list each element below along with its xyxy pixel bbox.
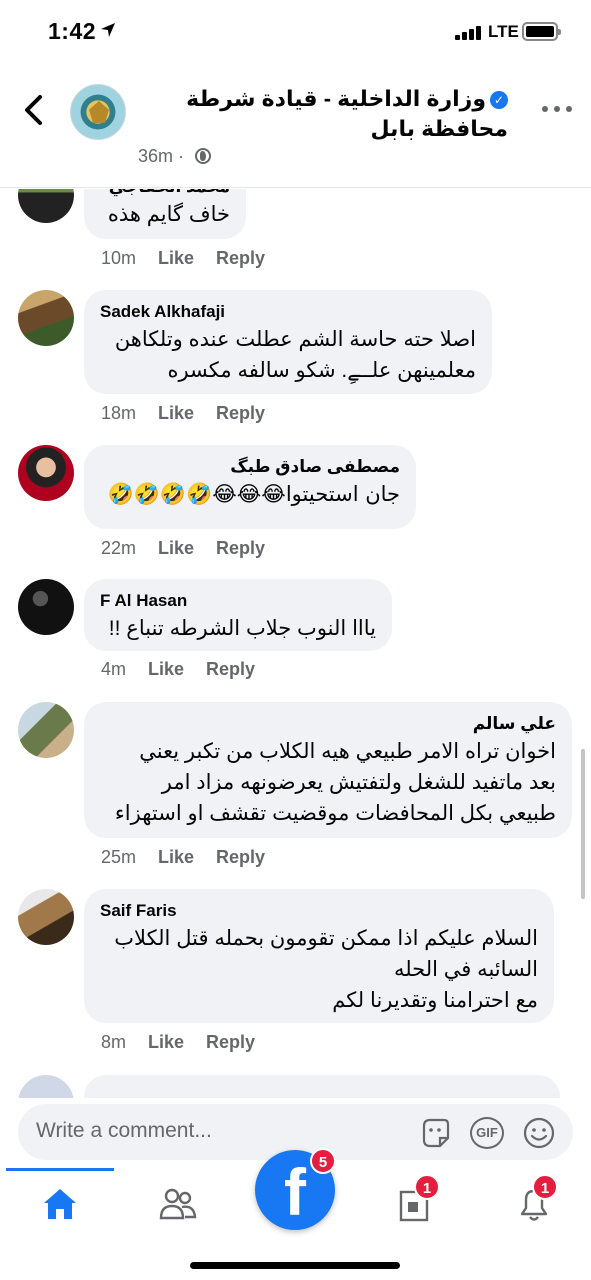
comment-author[interactable]: F Al Hasan — [100, 589, 376, 613]
location-arrow-icon — [101, 23, 115, 37]
reply-button[interactable]: Reply — [216, 403, 265, 423]
comment-time: 10m — [101, 248, 137, 268]
comment-actions: 22m Like Reply — [101, 538, 265, 559]
facebook-badge: 5 — [310, 1148, 336, 1174]
comment-text: مع احترامنا وتقديرنا لكم — [332, 989, 538, 1012]
comment-bubble[interactable]: Sadek Alkhafaji اصلا حته حاسة الشم عطلت … — [84, 290, 492, 394]
page-title[interactable]: ✓وزارة الداخلية - قيادة شرطة محافظة بابل — [138, 84, 508, 144]
gif-icon[interactable]: GIF — [470, 1117, 504, 1149]
comment-text: بعد ماتفيد للشغل ولتفتيش يعرضونهه مزاد ا… — [161, 771, 556, 794]
page-avatar[interactable] — [70, 84, 126, 140]
battery-icon — [522, 22, 561, 41]
comment-text: السلام عليكم اذا ممكن تقومون بحمله قتل ا… — [114, 927, 538, 950]
comment-text: طبيعي بكل المحافضات موقضيت تقشف او استهز… — [114, 802, 556, 825]
comment-author[interactable]: علي سالم — [100, 712, 556, 736]
comment-time: 4m — [101, 659, 127, 679]
commenter-avatar[interactable] — [18, 445, 74, 501]
like-button[interactable]: Like — [158, 403, 194, 423]
comment-text: اصلا حته حاسة الشم عطلت عنده وتلكاهن — [114, 328, 476, 351]
comment-text: يااا النوب جلاب الشرطه تنباع !! — [108, 617, 376, 640]
post-header: ✓وزارة الداخلية - قيادة شرطة محافظة بابل… — [0, 64, 591, 188]
comment-bubble[interactable]: محمد الخفاجي خاف گايم هذه — [84, 189, 246, 239]
comment-time: 18m — [101, 403, 137, 423]
post-time: 36m — [138, 146, 174, 166]
post-meta: 36m · — [138, 146, 212, 167]
comment-time: 25m — [101, 847, 137, 867]
comment-text: اخوان تراه الامر طبيعي هيه الكلاب من تكب… — [139, 740, 556, 763]
network-label: LTE — [488, 22, 519, 41]
sticker-icon[interactable] — [418, 1116, 452, 1150]
commenter-avatar[interactable] — [18, 290, 74, 346]
comment-actions: 18m Like Reply — [101, 403, 265, 424]
commenter-avatar[interactable] — [18, 889, 74, 945]
comment-text: جان استحيتوا😂😂😂🤣🤣🤣🤣 — [107, 482, 400, 506]
commenter-avatar[interactable] — [18, 189, 74, 223]
comment-author[interactable]: Sadek Alkhafaji — [100, 300, 476, 324]
facebook-bubble-icon[interactable]: f 5 — [255, 1148, 336, 1230]
comment-text: السائبه في الحله — [393, 958, 538, 981]
comment-text: معلمينهن علــےِ. شكو سالفه مكسره — [167, 359, 476, 382]
reply-button[interactable]: Reply — [216, 538, 265, 558]
like-button[interactable]: Like — [148, 659, 184, 679]
comment-input-placeholder[interactable]: Write a comment... — [36, 1119, 212, 1143]
comment-bubble[interactable]: مصطفى صادق طبگ جان استحيتوا😂😂😂🤣🤣🤣🤣 — [84, 445, 416, 529]
scrollbar[interactable] — [581, 749, 585, 899]
home-icon[interactable] — [40, 1184, 80, 1224]
notifications-badge: 1 — [532, 1174, 558, 1200]
back-arrow-icon[interactable] — [20, 94, 48, 126]
reply-button[interactable]: Reply — [216, 248, 265, 268]
pages-badge: 1 — [414, 1174, 440, 1200]
comments-list: محمد الخفاجي خاف گايم هذه 10m Like Reply S… — [0, 189, 591, 1099]
reply-button[interactable]: Reply — [206, 1032, 255, 1052]
globe-icon — [195, 148, 212, 164]
signal-icon — [455, 26, 483, 40]
comment-actions: 25m Like Reply — [101, 847, 265, 868]
comment-bubble[interactable]: Saif Faris السلام عليكم اذا ممكن تقومون … — [84, 889, 554, 1023]
like-button[interactable]: Like — [148, 1032, 184, 1052]
commenter-avatar[interactable] — [18, 702, 74, 758]
comment-author[interactable]: مصطفى صادق طبگ — [100, 455, 400, 479]
bottom-tab-bar: f 5 1 1 — [0, 1148, 591, 1280]
like-button[interactable]: Like — [158, 248, 194, 268]
comment-time: 8m — [101, 1032, 127, 1052]
page-title-text[interactable]: وزارة الداخلية - قيادة شرطة محافظة بابل — [186, 86, 508, 141]
emoji-icon[interactable] — [522, 1116, 556, 1150]
status-time: 1:42 — [48, 18, 97, 44]
verified-badge-icon: ✓ — [490, 91, 508, 110]
home-indicator — [190, 1262, 400, 1269]
status-bar: 1:42 LTE — [0, 0, 591, 64]
notifications-tab[interactable]: 1 — [514, 1174, 558, 1224]
comment-time: 22m — [101, 538, 137, 558]
comment-actions: 10m Like Reply — [101, 248, 265, 269]
commenter-avatar[interactable] — [18, 579, 74, 635]
comment-bubble[interactable]: F Al Hasan يااا النوب جلاب الشرطه تنباع … — [84, 579, 392, 651]
comment-bubble[interactable] — [84, 1075, 560, 1099]
more-options-icon[interactable] — [540, 102, 576, 118]
comment-author[interactable]: Saif Faris — [100, 899, 538, 923]
friends-icon[interactable] — [158, 1184, 198, 1224]
active-tab-indicator — [6, 1168, 114, 1171]
comment-actions: 4m Like Reply — [101, 659, 255, 680]
pages-tab[interactable]: 1 — [396, 1174, 440, 1224]
reply-button[interactable]: Reply — [216, 847, 265, 867]
like-button[interactable]: Like — [158, 847, 194, 867]
comment-author[interactable]: محمد الخفاجي — [100, 189, 230, 199]
comment-actions: 8m Like Reply — [101, 1032, 255, 1053]
like-button[interactable]: Like — [158, 538, 194, 558]
reply-button[interactable]: Reply — [206, 659, 255, 679]
commenter-avatar[interactable] — [18, 1075, 74, 1099]
comment-bubble[interactable]: علي سالم اخوان تراه الامر طبيعي هيه الكل… — [84, 702, 572, 838]
comment-text: خاف گايم هذه — [107, 203, 230, 226]
